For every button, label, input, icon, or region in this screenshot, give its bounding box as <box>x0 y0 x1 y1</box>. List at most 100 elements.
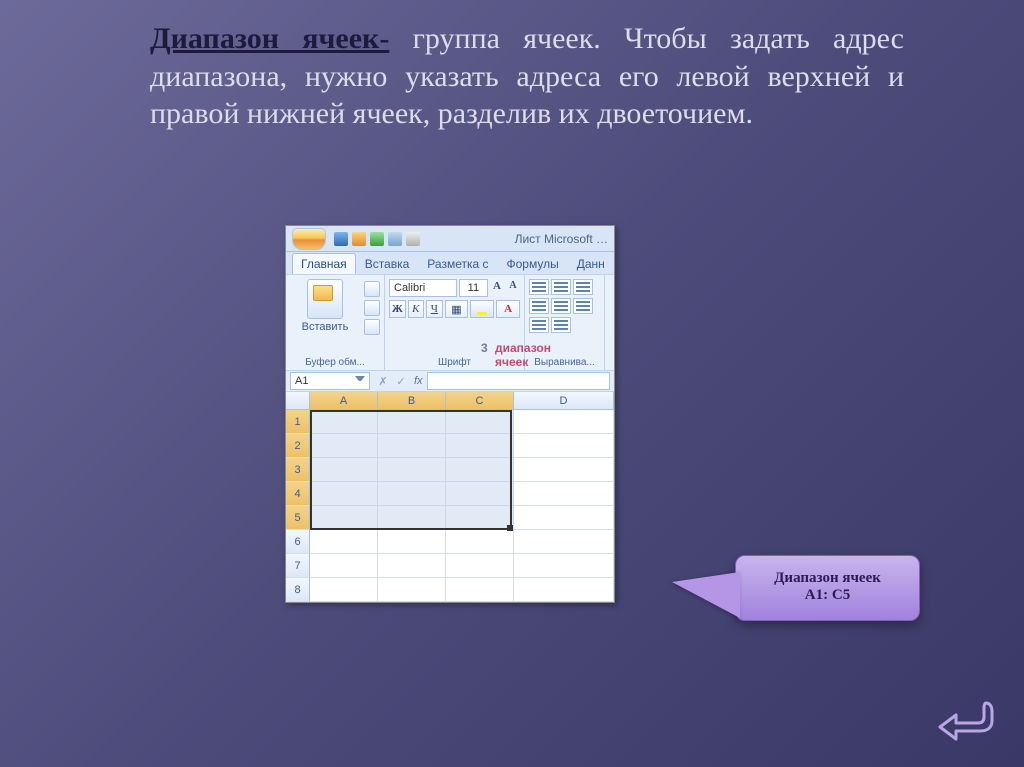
excel-window: Лист Microsoft … Главная Вставка Разметк… <box>285 225 615 603</box>
fill-color-button[interactable] <box>470 300 494 318</box>
cut-icon[interactable] <box>364 281 380 297</box>
cell[interactable] <box>310 530 378 554</box>
italic-button[interactable]: К <box>408 300 425 318</box>
cell[interactable] <box>378 482 446 506</box>
office-button-icon[interactable] <box>292 228 326 250</box>
cell[interactable] <box>446 554 514 578</box>
return-arrow-button[interactable] <box>936 697 996 741</box>
ribbon: Вставить Буфер обм... Calibri 11 A A <box>286 274 614 370</box>
grow-font-icon[interactable]: A <box>490 280 504 296</box>
align-left-icon[interactable] <box>529 298 549 314</box>
col-header-a[interactable]: A <box>310 392 378 410</box>
cell[interactable] <box>514 434 614 458</box>
decrease-indent-icon[interactable] <box>529 317 549 333</box>
grid-body: 1 2 3 4 5 6 7 8 <box>286 410 614 602</box>
qat-print-icon[interactable] <box>388 232 402 246</box>
font-size-combo[interactable]: 11 <box>459 279 488 297</box>
align-center-icon[interactable] <box>551 298 571 314</box>
titlebar: Лист Microsoft … <box>286 226 614 252</box>
align-right-icon[interactable] <box>573 298 593 314</box>
cell[interactable] <box>378 530 446 554</box>
cell[interactable] <box>446 458 514 482</box>
align-top-icon[interactable] <box>529 279 549 295</box>
name-box-value: A1 <box>295 375 308 387</box>
row-header-6[interactable]: 6 <box>286 530 310 554</box>
format-painter-icon[interactable] <box>364 319 380 335</box>
cell[interactable] <box>514 530 614 554</box>
cell[interactable] <box>310 482 378 506</box>
col-header-d[interactable]: D <box>514 392 614 410</box>
shrink-font-icon[interactable]: A <box>506 280 520 296</box>
cancel-icon[interactable]: ✗ <box>374 375 392 388</box>
col-header-b[interactable]: B <box>378 392 446 410</box>
cell[interactable] <box>514 458 614 482</box>
cell[interactable] <box>310 410 378 434</box>
cell[interactable] <box>446 506 514 530</box>
tab-page-layout[interactable]: Разметка с <box>418 253 497 274</box>
cell[interactable] <box>310 506 378 530</box>
cell[interactable] <box>446 530 514 554</box>
cell[interactable] <box>514 578 614 602</box>
tab-insert[interactable]: Вставка <box>356 253 419 274</box>
row-header-2[interactable]: 2 <box>286 434 310 458</box>
cell[interactable] <box>446 434 514 458</box>
cell[interactable] <box>514 482 614 506</box>
tab-data[interactable]: Данн <box>568 253 614 274</box>
bold-button[interactable]: Ж <box>389 300 406 318</box>
ribbon-group-font: Calibri 11 A A Ж К Ч ▦ A Шрифт 3 диапазо… <box>385 275 525 370</box>
qat-more-icon[interactable] <box>406 232 420 246</box>
border-button[interactable]: ▦ <box>445 300 469 318</box>
cell[interactable] <box>446 410 514 434</box>
row-header-5[interactable]: 5 <box>286 506 310 530</box>
cell[interactable] <box>378 554 446 578</box>
callout-line1: Диапазон ячеек <box>746 570 909 587</box>
row-header-8[interactable]: 8 <box>286 578 310 602</box>
qat-undo-icon[interactable] <box>352 232 366 246</box>
cell[interactable] <box>378 578 446 602</box>
align-middle-icon[interactable] <box>551 279 571 295</box>
cell[interactable] <box>514 506 614 530</box>
paste-button[interactable]: Вставить <box>290 279 360 335</box>
select-all-corner[interactable] <box>286 392 310 410</box>
definition-paragraph: Диапазон ячеек- группа ячеек. Чтобы зада… <box>150 20 904 133</box>
copy-icon[interactable] <box>364 300 380 316</box>
cell[interactable] <box>514 410 614 434</box>
cell[interactable] <box>378 434 446 458</box>
cell[interactable] <box>446 482 514 506</box>
font-name-combo[interactable]: Calibri <box>389 279 457 297</box>
qat-save-icon[interactable] <box>334 232 348 246</box>
formula-bar: A1 ✗ ✓ fx <box>286 370 614 392</box>
range-callout: Диапазон ячеек А1: С5 <box>735 555 920 621</box>
worksheet-grid[interactable]: A B C D 1 2 3 4 5 6 7 8 <box>286 392 614 602</box>
cell[interactable] <box>378 410 446 434</box>
tab-formulas[interactable]: Формулы <box>498 253 568 274</box>
row-header-3[interactable]: 3 <box>286 458 310 482</box>
cell[interactable] <box>310 554 378 578</box>
fx-label[interactable]: fx <box>414 375 423 387</box>
row-header-7[interactable]: 7 <box>286 554 310 578</box>
font-color-button[interactable]: A <box>496 300 520 318</box>
row-header-1[interactable]: 1 <box>286 410 310 434</box>
chevron-down-icon <box>355 376 365 386</box>
clipboard-group-label: Буфер обм... <box>290 355 380 368</box>
cell[interactable] <box>310 578 378 602</box>
cell[interactable] <box>514 554 614 578</box>
qat-redo-icon[interactable] <box>370 232 384 246</box>
name-box[interactable]: A1 <box>290 372 370 390</box>
cell[interactable] <box>378 458 446 482</box>
align-bottom-icon[interactable] <box>573 279 593 295</box>
overlay-caption: диапазон ячеек <box>495 341 551 369</box>
cell[interactable] <box>310 458 378 482</box>
callout-line2: А1: С5 <box>746 587 909 604</box>
cell[interactable] <box>310 434 378 458</box>
tab-home[interactable]: Главная <box>292 253 356 274</box>
underline-button[interactable]: Ч <box>426 300 443 318</box>
increase-indent-icon[interactable] <box>551 317 571 333</box>
enter-icon[interactable]: ✓ <box>392 375 410 388</box>
overlay-number: 3 <box>481 341 488 355</box>
col-header-c[interactable]: C <box>446 392 514 410</box>
row-header-4[interactable]: 4 <box>286 482 310 506</box>
cell[interactable] <box>378 506 446 530</box>
cell[interactable] <box>446 578 514 602</box>
formula-input[interactable] <box>427 372 610 390</box>
